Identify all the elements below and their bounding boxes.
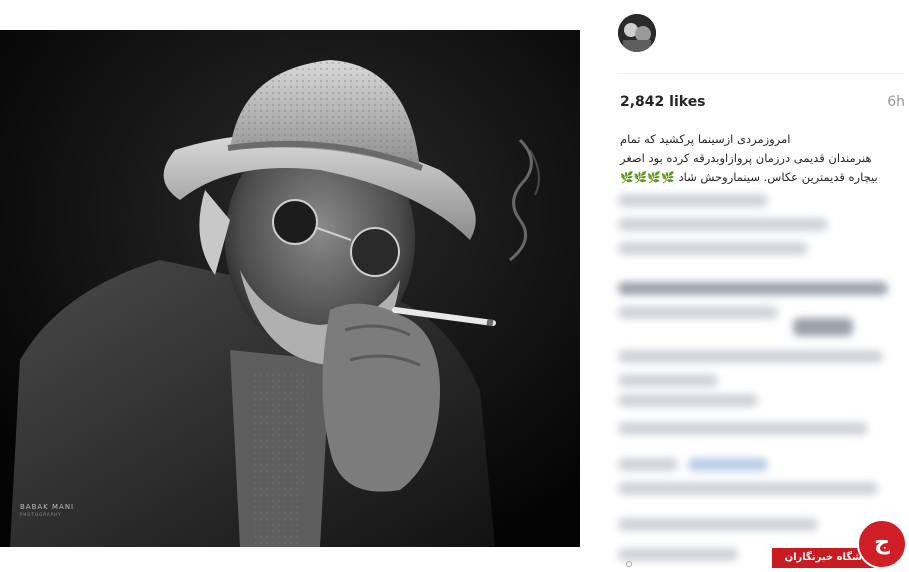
caption-line-3: بیچاره قدیمترین عکاس. سینماروحش شاد 🌿🌿🌿🌿 (620, 168, 888, 187)
badge-logo-icon: ج (857, 519, 907, 569)
sprout-emoji-icons: 🌿🌿🌿🌿 (620, 171, 675, 184)
caption-line-1: امروزمردی ازسینما پرکشید که تمام (620, 132, 791, 146)
caption-line-2: هنرمندان قدیمی درزمان پروازاوبدرقه کرده … (620, 151, 872, 165)
blurred-comments (618, 190, 908, 570)
caption-line-3-text: بیچاره قدیمترین عکاس. سینماروحش شاد (678, 170, 878, 184)
photographer-watermark: BABAK MANI PHOTOGRAPHY (20, 503, 75, 517)
source-badge: باشگاه خبرنگاران ج (772, 519, 909, 572)
more-options-icon[interactable] (626, 561, 632, 567)
post-time[interactable]: 6h (887, 94, 905, 110)
header-divider (618, 73, 905, 74)
avatar[interactable] (618, 14, 656, 52)
likes-count[interactable]: 2,842 likes (620, 94, 706, 110)
post-side-panel: 2,842 likes 6h امروزمردی ازسینما پرکشید … (600, 0, 909, 572)
post-photo[interactable]: BABAK MANI PHOTOGRAPHY (0, 30, 580, 547)
post-caption: امروزمردی ازسینما پرکشید که تمام هنرمندا… (620, 130, 888, 187)
